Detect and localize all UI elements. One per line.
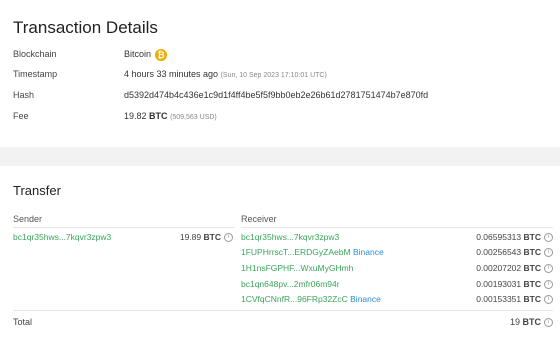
- exchange-tag[interactable]: Binance: [350, 294, 381, 304]
- hash-value[interactable]: d5392d474b4c436e1c9d1f4ff4be5f5f9bb0eb2e…: [124, 88, 428, 102]
- receiver-amount: 0.00207202 BTC i: [476, 263, 553, 274]
- info-icon[interactable]: i: [544, 233, 553, 243]
- receiver-address[interactable]: 1FUPHrrscT...ERDGyZAebM Binance: [241, 247, 384, 257]
- sender-amount-unit: BTC: [203, 232, 221, 242]
- total-amount-unit: BTC: [522, 317, 542, 327]
- receiver-divider: [241, 227, 553, 228]
- info-icon[interactable]: i: [544, 264, 553, 274]
- receiver-address[interactable]: 1CVfqCNnfR...96FRp32ZcC Binance: [241, 294, 381, 304]
- sender-amount: 19.89 BTC i: [179, 232, 233, 243]
- timestamp-absolute: (Sun, 10 Sep 2023 17:10:01 UTC): [220, 72, 327, 79]
- transfer-title: Transfer: [13, 183, 61, 198]
- receiver-amount: 0.00153351 BTC i: [476, 294, 553, 305]
- info-icon[interactable]: i: [544, 248, 553, 258]
- fee-unit: BTC: [149, 111, 168, 121]
- info-icon[interactable]: i: [544, 295, 553, 305]
- receiver-address[interactable]: bc1qn648pv...2mfr06m94r: [241, 279, 340, 289]
- sender-address[interactable]: bc1qr35hws...7kqvr3zpw3: [13, 232, 111, 242]
- blockchain-label: Blockchain: [13, 49, 57, 59]
- receiver-amount: 0.06595313 BTC i: [476, 232, 553, 243]
- receiver-amount-value: 0.06595313: [476, 232, 522, 242]
- receiver-amount-unit: BTC: [523, 263, 541, 273]
- receiver-address-text[interactable]: bc1qn648pv...2mfr06m94r: [241, 279, 340, 289]
- blockchain-value: Bitcoin ₿: [124, 47, 168, 61]
- fee-usd: (509,563 USD): [170, 114, 217, 121]
- receiver-amount-value: 0.00193031: [476, 279, 522, 289]
- timestamp-relative: 4 hours 33 minutes ago: [124, 69, 219, 79]
- receiver-address-text[interactable]: 1FUPHrrscT...ERDGyZAebM: [241, 247, 351, 257]
- total-divider: [13, 310, 553, 311]
- info-icon[interactable]: i: [224, 233, 233, 243]
- page-title: Transaction Details: [13, 18, 158, 37]
- bitcoin-icon: ₿: [155, 48, 168, 61]
- sender-header: Sender: [13, 214, 43, 224]
- receiver-amount-value: 0.00207202: [476, 263, 522, 273]
- receiver-amount-unit: BTC: [523, 247, 541, 257]
- fee-value: 19.82 BTC (509,563 USD): [124, 109, 217, 125]
- receiver-amount: 0.00256543 BTC i: [476, 247, 553, 258]
- receiver-address[interactable]: 1H1nsFGPHF...WxuMyGHmh: [241, 263, 353, 273]
- receiver-amount-unit: BTC: [523, 294, 541, 304]
- receiver-address-text[interactable]: 1CVfqCNnfR...96FRp32ZcC: [241, 294, 348, 304]
- blockchain-name: Bitcoin: [124, 49, 152, 59]
- receiver-amount-value: 0.00153351: [476, 294, 522, 304]
- receiver-header: Receiver: [241, 214, 277, 224]
- info-icon[interactable]: i: [544, 280, 553, 290]
- total-label: Total: [13, 317, 33, 327]
- transfer-card: Transfer Sender Receiver bc1qr35hws...7k…: [0, 166, 560, 360]
- receiver-address[interactable]: bc1qr35hws...7kqvr3zpw3: [241, 232, 339, 242]
- total-amount-value: 19: [509, 317, 520, 327]
- receiver-amount-unit: BTC: [523, 232, 541, 242]
- info-icon[interactable]: i: [544, 318, 553, 328]
- hash-label: Hash: [13, 90, 35, 100]
- timestamp-value: 4 hours 33 minutes ago (Sun, 10 Sep 2023…: [124, 67, 327, 83]
- receiver-amount-unit: BTC: [523, 279, 541, 289]
- transaction-details-card: Transaction Details Blockchain Bitcoin ₿ …: [0, 0, 560, 147]
- receiver-amount: 0.00193031 BTC i: [476, 279, 553, 290]
- total-amount: 19 BTC i: [509, 317, 553, 328]
- receiver-address-text[interactable]: bc1qr35hws...7kqvr3zpw3: [241, 232, 339, 242]
- sender-divider: [13, 227, 234, 228]
- receiver-address-text[interactable]: 1H1nsFGPHF...WxuMyGHmh: [241, 263, 353, 273]
- timestamp-label: Timestamp: [13, 69, 58, 79]
- sender-amount-value: 19.89: [179, 232, 202, 242]
- fee-amount: 19.82: [124, 111, 147, 121]
- exchange-tag[interactable]: Binance: [353, 247, 384, 257]
- receiver-amount-value: 0.00256543: [476, 247, 522, 257]
- fee-label: Fee: [13, 111, 29, 121]
